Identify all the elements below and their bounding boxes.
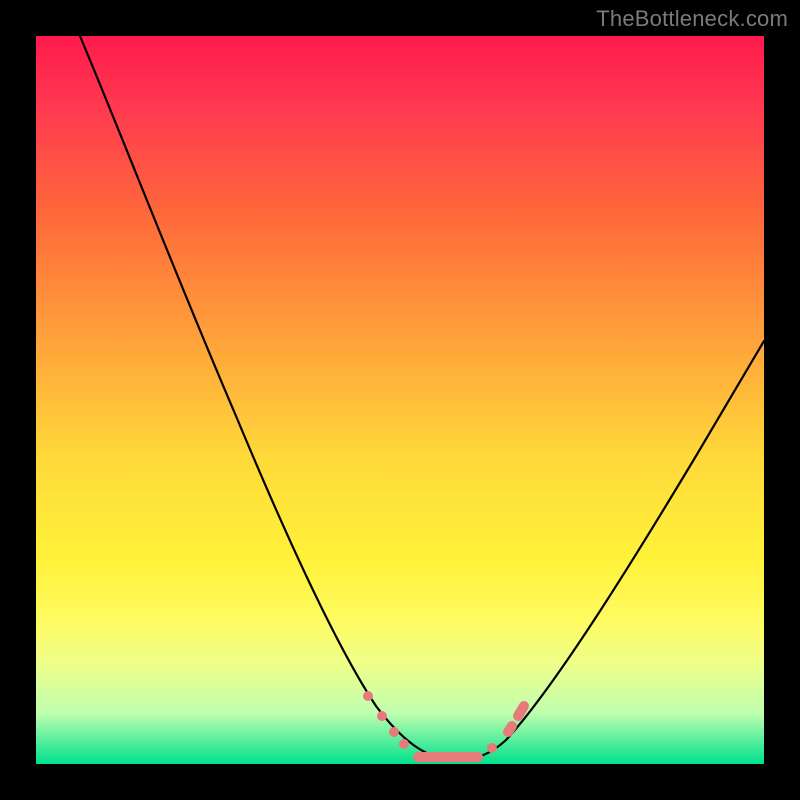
plot-area [36,36,764,764]
watermark-text: TheBottleneck.com [596,6,788,32]
bottleneck-curve-path [80,36,764,760]
chart-frame: TheBottleneck.com [0,0,800,800]
chart-svg [36,36,764,764]
flat-zone-markers [368,696,524,757]
